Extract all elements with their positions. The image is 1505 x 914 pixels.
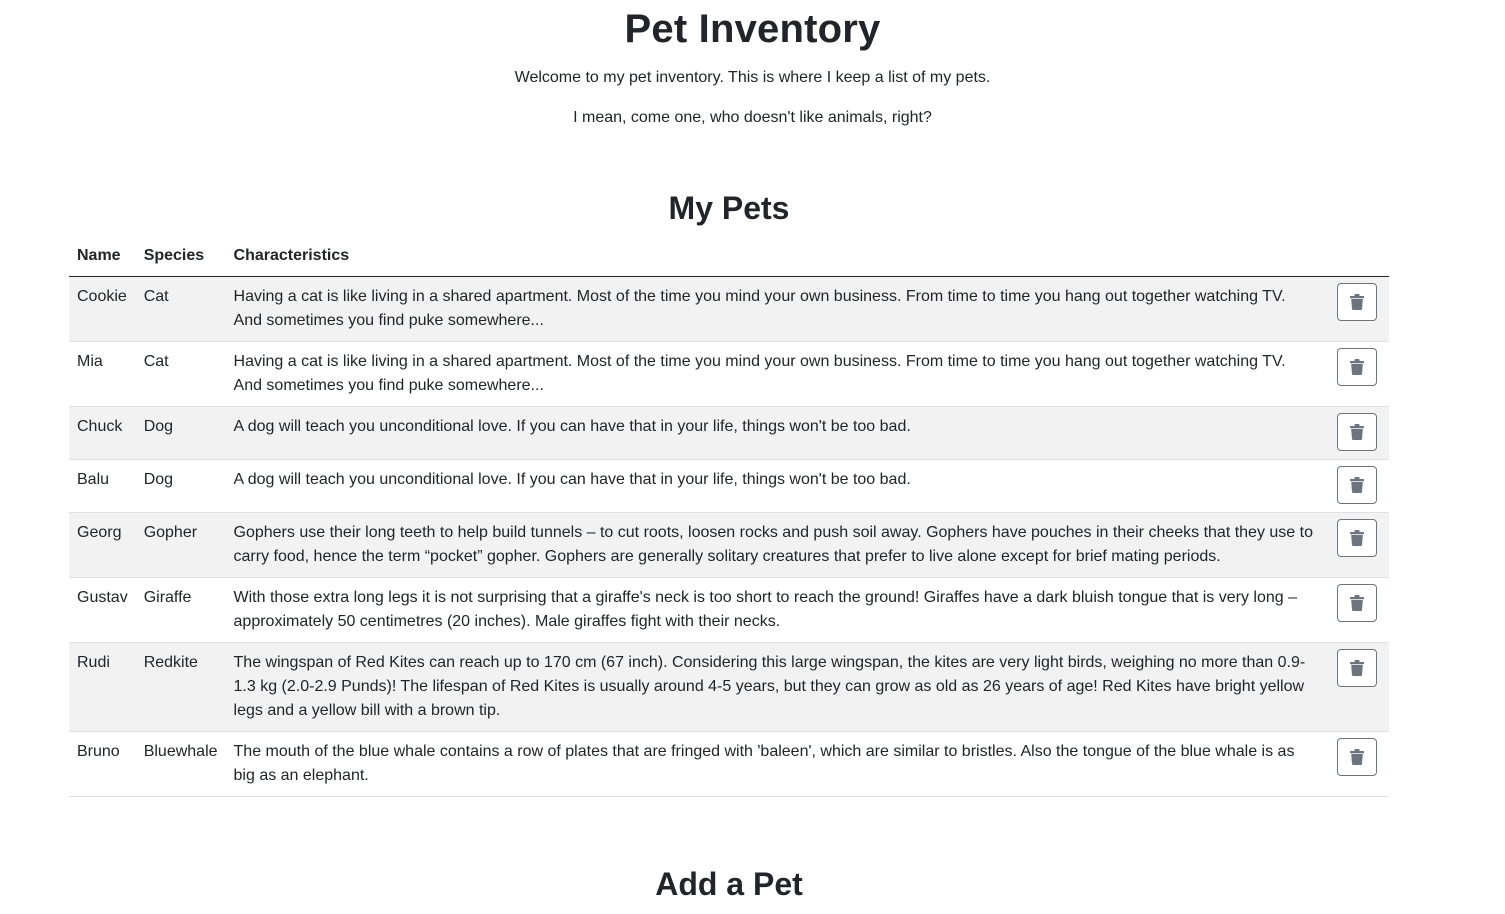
pet-name-cell: Cookie	[77, 288, 127, 305]
pet-actions-cell	[1325, 277, 1389, 342]
pet-actions-cell	[1325, 577, 1389, 643]
table-row: Mia Cat Having a cat is like living in a…	[69, 341, 1389, 407]
delete-pet-button[interactable]	[1337, 649, 1377, 687]
pet-actions-cell	[1325, 731, 1389, 797]
pet-species-cell: Cat	[143, 288, 169, 305]
pet-name-cell: Rudi	[69, 642, 136, 732]
intro-text: Welcome to my pet inventory. This is whe…	[514, 69, 991, 86]
delete-pet-button[interactable]	[1337, 348, 1377, 386]
pet-characteristics-cell: The mouth of the blue whale contains a r…	[225, 731, 1325, 797]
column-header-species: Species	[135, 238, 226, 277]
column-header-name: Name	[69, 238, 136, 277]
page-title: Pet Inventory	[624, 7, 881, 51]
pet-actions-cell	[1325, 406, 1389, 460]
pet-characteristics-cell: Having a cat is like living in a shared …	[233, 288, 1286, 329]
pet-characteristics-cell: Gophers use their long teeth to help bui…	[225, 512, 1325, 578]
table-row: Bruno Bluewhale The mouth of the blue wh…	[69, 731, 1389, 797]
pet-species-cell: Dog	[135, 406, 226, 460]
trash-icon	[1350, 595, 1364, 611]
trash-icon	[1350, 477, 1364, 493]
column-header-characteristics: Characteristics	[225, 238, 1325, 277]
delete-pet-button[interactable]	[1337, 519, 1377, 557]
column-header-actions	[1325, 238, 1389, 277]
pets-table: Name Species Characteristics Cookie Cat …	[69, 238, 1389, 797]
trash-icon	[1350, 660, 1364, 676]
delete-pet-button[interactable]	[1337, 413, 1377, 451]
delete-pet-button[interactable]	[1337, 466, 1377, 504]
table-row: Rudi Redkite The wingspan of Red Kites c…	[69, 642, 1389, 732]
pet-actions-cell	[1325, 642, 1389, 732]
pets-table-header: Name Species Characteristics	[69, 238, 1389, 277]
pet-species-cell: Bluewhale	[135, 731, 226, 797]
pet-characteristics-cell: The wingspan of Red Kites can reach up t…	[225, 642, 1325, 732]
trash-icon	[1350, 294, 1364, 310]
pet-name-cell: Chuck	[69, 406, 136, 460]
pet-name-cell: Mia	[69, 341, 136, 407]
pet-actions-cell	[1325, 341, 1389, 407]
pet-characteristics-cell: Having a cat is like living in a shared …	[225, 341, 1325, 407]
table-row: Georg Gopher Gophers use their long teet…	[69, 512, 1389, 578]
pet-actions-cell	[1325, 459, 1389, 513]
trash-icon	[1350, 749, 1364, 765]
add-pet-heading: Add a Pet	[655, 866, 803, 902]
pets-table-container: Name Species Characteristics Cookie Cat …	[69, 238, 1389, 797]
intro-subtext: I mean, come one, who doesn't like anima…	[573, 109, 932, 126]
trash-icon	[1350, 424, 1364, 440]
table-row: Gustav Giraffe With those extra long leg…	[69, 577, 1389, 643]
header-row: Name Species Characteristics	[69, 238, 1389, 277]
trash-icon	[1350, 359, 1364, 375]
pet-characteristics-cell: A dog will teach you unconditional love.…	[225, 406, 1325, 460]
pet-name-cell: Georg	[69, 512, 136, 578]
table-row: Chuck Dog A dog will teach you unconditi…	[69, 406, 1389, 460]
pet-actions-cell	[1325, 512, 1389, 578]
pet-species-cell: Redkite	[135, 642, 226, 732]
my-pets-heading: My Pets	[668, 190, 790, 226]
pet-species-cell: Dog	[135, 459, 226, 513]
pet-name-cell: Gustav	[69, 577, 136, 643]
pet-name-cell: Bruno	[69, 731, 136, 797]
pet-species-cell: Cat	[135, 341, 226, 407]
delete-pet-button[interactable]	[1337, 738, 1377, 776]
table-row: Cookie Cat Having a cat is like living i…	[69, 276, 1389, 342]
delete-pet-button[interactable]	[1337, 584, 1377, 622]
pet-characteristics-cell: A dog will teach you unconditional love.…	[225, 459, 1325, 513]
trash-icon	[1350, 530, 1364, 546]
pet-characteristics-cell: With those extra long legs it is not sur…	[225, 577, 1325, 643]
pets-table-body: Cookie Cat Having a cat is like living i…	[69, 276, 1389, 797]
table-row: Balu Dog A dog will teach you unconditio…	[69, 459, 1389, 513]
pet-name-cell: Balu	[69, 459, 136, 513]
pet-species-cell: Gopher	[135, 512, 226, 578]
delete-pet-button[interactable]	[1337, 283, 1377, 321]
pet-species-cell: Giraffe	[135, 577, 226, 643]
page-header: Pet Inventory Welcome to my pet inventor…	[0, 0, 1505, 130]
